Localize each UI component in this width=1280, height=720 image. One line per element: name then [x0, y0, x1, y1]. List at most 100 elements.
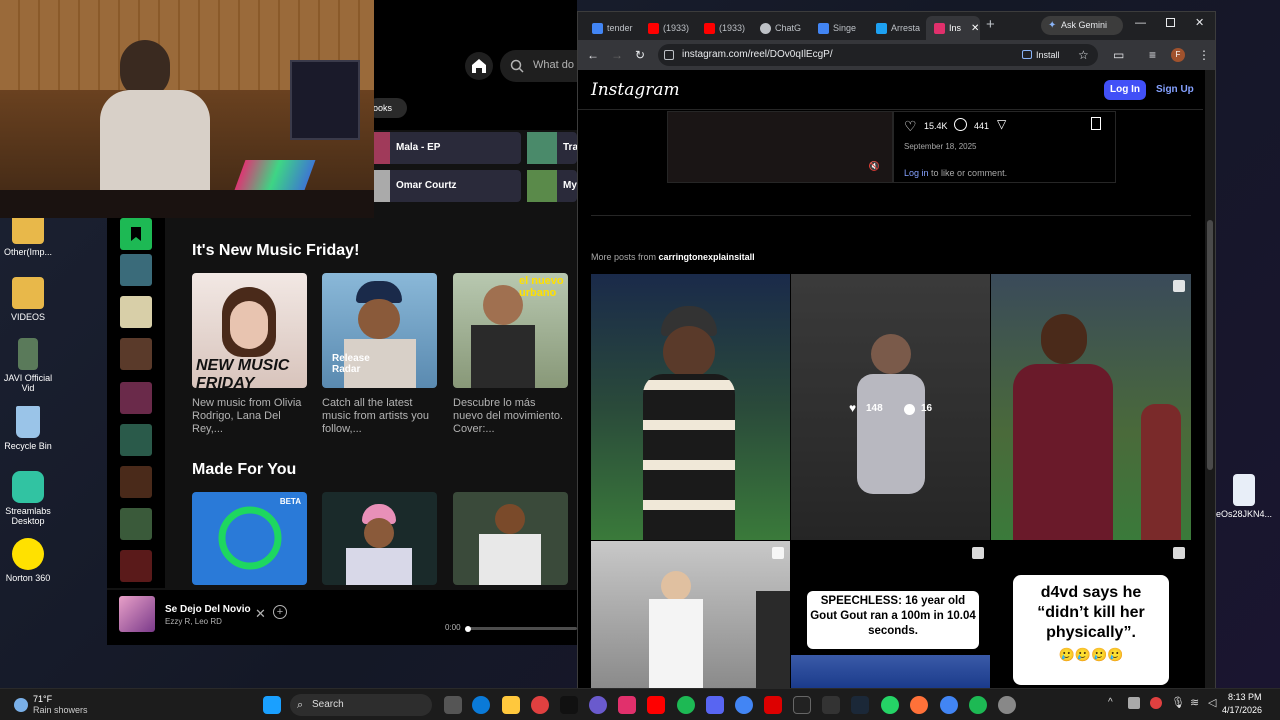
- post-thumbnail-reel[interactable]: d4vd says he “didn’t kill her physically…: [991, 541, 1191, 689]
- desktop-icon-other-folder[interactable]: Other(Imp...: [0, 212, 56, 257]
- reel-video[interactable]: 🔇: [667, 111, 893, 183]
- edge-icon[interactable]: [472, 696, 490, 714]
- tab-singer[interactable]: Singe: [810, 16, 864, 40]
- wifi-icon[interactable]: ≋: [1190, 696, 1199, 709]
- desktop-icon-file[interactable]: eOs28JKN4...: [1216, 474, 1272, 519]
- tab-youtube-2[interactable]: (1933): [696, 16, 748, 40]
- tab-arrested[interactable]: Arresta: [868, 16, 922, 40]
- section-title-new-music-friday[interactable]: It's New Music Friday!: [192, 242, 359, 260]
- desktop-icon-recycle-bin[interactable]: Recycle Bin: [0, 406, 56, 451]
- spotify-icon[interactable]: [969, 696, 987, 714]
- window-close-icon[interactable]: ✕: [1195, 16, 1204, 29]
- firefox-icon[interactable]: [910, 696, 928, 714]
- library-item[interactable]: [120, 466, 152, 498]
- login-button[interactable]: Log In: [1104, 80, 1146, 100]
- settings-icon[interactable]: [998, 696, 1016, 714]
- site-info-icon[interactable]: [664, 50, 674, 60]
- bookmark-star-icon[interactable]: ☆: [1078, 40, 1089, 70]
- library-item[interactable]: [120, 550, 152, 582]
- desktop-icon-videos[interactable]: VIDEOS: [0, 277, 56, 322]
- library-item[interactable]: [120, 382, 152, 414]
- tray-app-icon[interactable]: [1128, 697, 1140, 709]
- home-button[interactable]: [465, 52, 493, 80]
- quick-tile-mala-ep[interactable]: Mala - EP: [374, 132, 521, 164]
- now-playing-title[interactable]: Se Dejo Del Novio: [165, 604, 251, 615]
- close-tab-icon[interactable]: ✕: [971, 23, 979, 34]
- signup-button[interactable]: Sign Up: [1156, 80, 1194, 100]
- login-link[interactable]: Log in: [904, 168, 929, 178]
- library-item[interactable]: [120, 424, 152, 456]
- task-view-icon[interactable]: [444, 696, 462, 714]
- quick-tile[interactable]: Tra: [527, 132, 577, 164]
- microphone-icon[interactable]: 🎙: [1171, 696, 1185, 709]
- now-playing-artist[interactable]: Ezzy R, Leo RD: [165, 617, 222, 626]
- search-input[interactable]: What do: [500, 50, 577, 82]
- app-icon[interactable]: [764, 696, 782, 714]
- scrollbar-thumb[interactable]: [1207, 220, 1213, 470]
- save-icon[interactable]: [1091, 117, 1101, 130]
- tray-app-icon[interactable]: [1150, 697, 1162, 709]
- desktop-icon-streamlabs[interactable]: Streamlabs Desktop: [0, 471, 56, 526]
- chrome-icon[interactable]: [735, 696, 753, 714]
- app-icon[interactable]: [531, 696, 549, 714]
- desktop-icon-norton[interactable]: Norton 360: [0, 538, 56, 583]
- capcut-icon[interactable]: [822, 696, 840, 714]
- maximize-icon[interactable]: [1166, 18, 1175, 27]
- share-icon[interactable]: ▽: [997, 117, 1006, 131]
- app-grid-icon[interactable]: [706, 696, 724, 714]
- post-thumbnail-reel[interactable]: SPEECHLESS: 16 year old Gout Gout ran a …: [791, 541, 990, 689]
- steam-icon[interactable]: [851, 696, 869, 714]
- install-app-button[interactable]: Install: [1022, 47, 1074, 63]
- close-icon[interactable]: ✕: [255, 606, 266, 622]
- tab-google[interactable]: tender: [584, 16, 636, 40]
- tiktok-icon[interactable]: [560, 696, 578, 714]
- mute-icon[interactable]: 🔇: [869, 161, 880, 172]
- discord-icon[interactable]: [589, 696, 607, 714]
- spotify-icon[interactable]: [677, 696, 695, 714]
- start-icon[interactable]: [263, 696, 281, 714]
- playlist-card-new-music-friday[interactable]: NEW MUSIC FRIDAY New music from Olivia R…: [192, 273, 307, 436]
- tab-instagram[interactable]: Ins ✕: [926, 16, 980, 40]
- clock-date[interactable]: 4/17/2026: [1222, 705, 1262, 715]
- progress-bar[interactable]: [465, 625, 577, 632]
- reload-icon[interactable]: ↻: [635, 40, 645, 70]
- playlist-card-el-nuevo-urbano[interactable]: el nuevo urbano Descubre lo más nuevo de…: [453, 273, 568, 436]
- post-thumbnail-hovered[interactable]: ♥ 148 16: [791, 274, 990, 540]
- playlist-card-daylist[interactable]: BETA: [192, 492, 307, 585]
- post-thumbnail[interactable]: [591, 274, 790, 540]
- profile-username-link[interactable]: carringtonexplainsitall: [659, 252, 755, 262]
- profile-avatar[interactable]: F: [1171, 48, 1185, 62]
- back-icon[interactable]: ←: [587, 40, 599, 70]
- minimize-icon[interactable]: —: [1135, 17, 1146, 29]
- file-explorer-icon[interactable]: [502, 696, 520, 714]
- instagram-logo[interactable]: Instagram: [591, 80, 680, 100]
- cast-icon[interactable]: ▭: [1113, 40, 1124, 70]
- desktop-icon-javi-video[interactable]: JAVI Official Vid: [0, 338, 56, 393]
- volume-icon[interactable]: ◁: [1208, 696, 1216, 709]
- taskbar-search[interactable]: ⌕ Search: [290, 694, 432, 716]
- now-playing-art[interactable]: [119, 596, 155, 632]
- tab-chatgpt[interactable]: ChatG: [752, 16, 806, 40]
- ask-gemini-button[interactable]: ✦ Ask Gemini: [1041, 16, 1123, 35]
- youtube-icon[interactable]: [647, 696, 665, 714]
- add-to-library-icon[interactable]: +: [273, 605, 287, 619]
- weather-widget[interactable]: 71°F Rain showers: [8, 693, 88, 719]
- library-item[interactable]: [120, 508, 152, 540]
- clock-time[interactable]: 8:13 PM: [1228, 692, 1262, 702]
- comment-icon[interactable]: [954, 118, 967, 131]
- new-tab-icon[interactable]: +: [986, 16, 995, 33]
- playlist-card-daily-mix-2[interactable]: [453, 492, 568, 585]
- post-thumbnail[interactable]: [991, 274, 1191, 540]
- scrollbar-track[interactable]: [1205, 70, 1215, 689]
- chrome-icon[interactable]: [940, 696, 958, 714]
- progress-thumb[interactable]: [465, 625, 471, 632]
- instagram-icon[interactable]: [618, 696, 636, 714]
- liked-songs-item[interactable]: [120, 218, 152, 250]
- quick-tile-omar-courtz[interactable]: Omar Courtz: [374, 170, 521, 202]
- media-icon[interactable]: ≡: [1149, 40, 1156, 70]
- heart-icon[interactable]: ♡: [904, 118, 917, 135]
- library-item[interactable]: [120, 338, 152, 370]
- library-item[interactable]: [120, 296, 152, 328]
- whatsapp-icon[interactable]: [881, 696, 899, 714]
- library-item[interactable]: [120, 254, 152, 286]
